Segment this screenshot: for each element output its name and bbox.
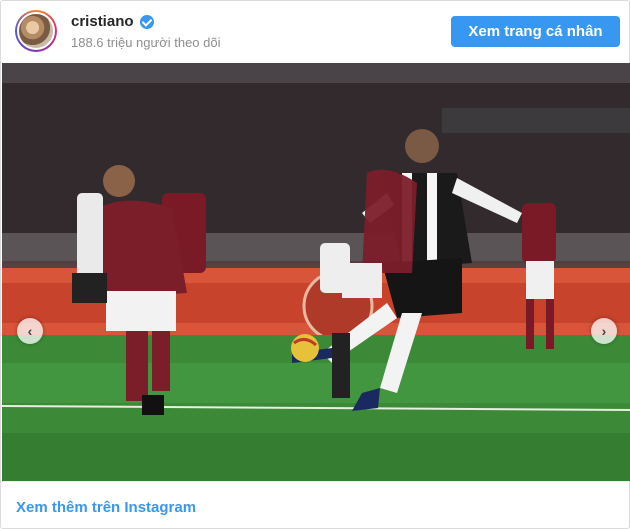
username[interactable]: cristiano bbox=[71, 13, 134, 30]
next-slide-button[interactable]: › bbox=[591, 318, 617, 344]
avatar-image bbox=[17, 12, 55, 50]
view-profile-button[interactable]: Xem trang cá nhân bbox=[451, 16, 620, 47]
post-photo[interactable]: ‹ › bbox=[2, 63, 630, 481]
username-row[interactable]: cristiano bbox=[71, 13, 154, 30]
follower-count: 188.6 triệu người theo dõi bbox=[71, 35, 221, 50]
photo-scene bbox=[2, 63, 630, 481]
previous-slide-button[interactable]: ‹ bbox=[17, 318, 43, 344]
avatar[interactable] bbox=[15, 10, 57, 52]
post-header: cristiano 188.6 triệu người theo dõi Xem… bbox=[1, 1, 629, 63]
chevron-right-icon: › bbox=[601, 323, 607, 339]
post-footer: Xem thêm trên Instagram bbox=[1, 481, 629, 529]
chevron-left-icon: ‹ bbox=[27, 323, 33, 339]
verified-badge-icon bbox=[139, 14, 154, 29]
instagram-embed: cristiano 188.6 triệu người theo dõi Xem… bbox=[0, 0, 630, 529]
view-more-on-instagram-link[interactable]: Xem thêm trên Instagram bbox=[16, 499, 196, 516]
